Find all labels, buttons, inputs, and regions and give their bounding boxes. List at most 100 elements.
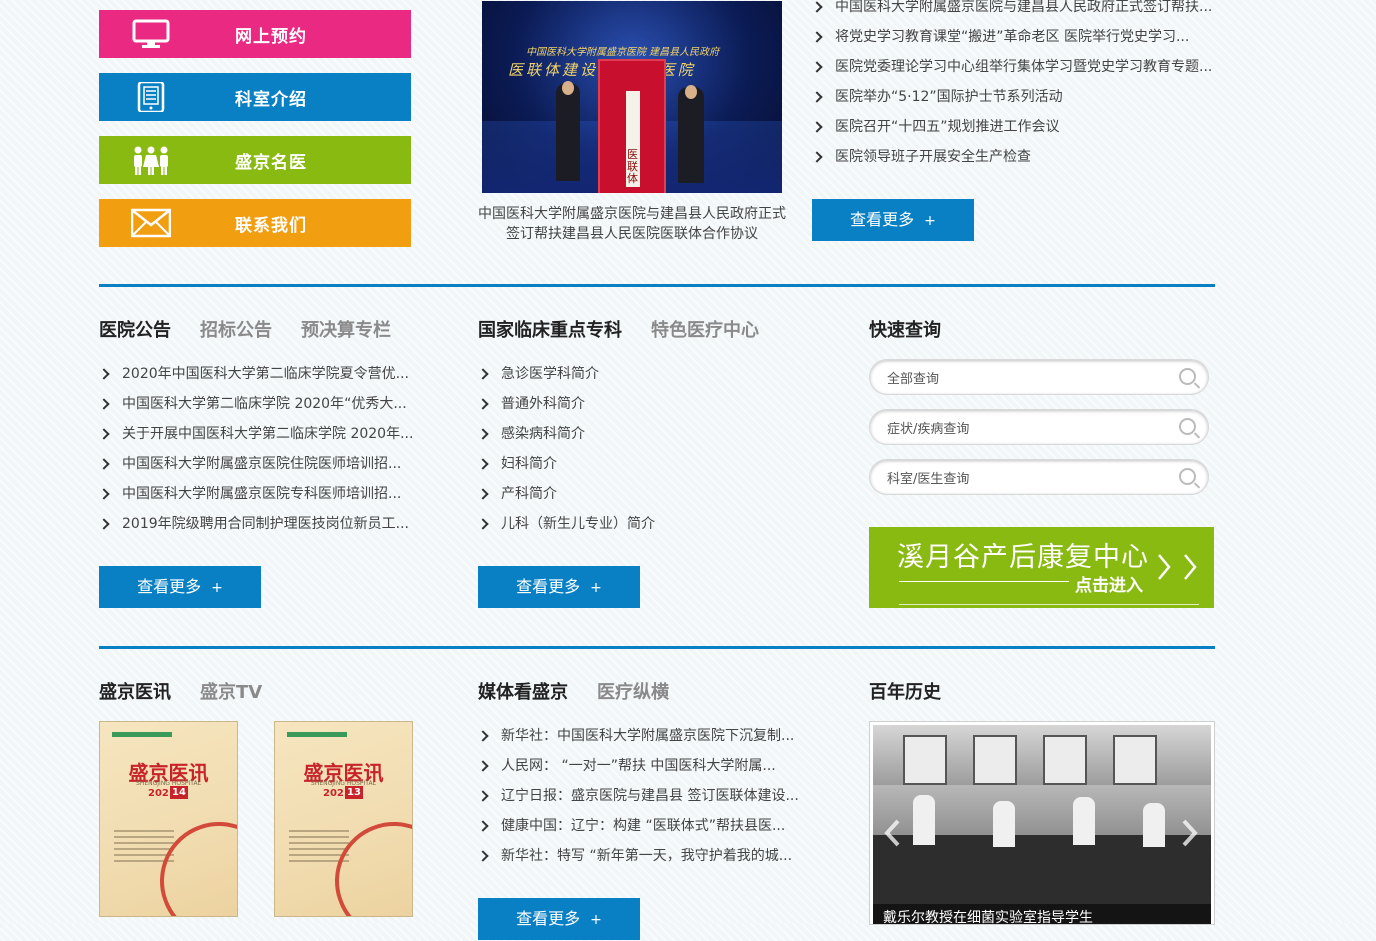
magazine-issue: 14: [170, 786, 188, 799]
list-item[interactable]: 中国医科大学附属盛京医院专科医师培训招...: [99, 479, 413, 509]
list-item[interactable]: 2020年中国医科大学第二临床学院夏令营优...: [99, 359, 413, 389]
chevron-right-icon: [99, 509, 111, 539]
list-item[interactable]: 2019年院级聘用合同制护理医技岗位新员工...: [99, 509, 413, 539]
banner-rule: [899, 581, 1069, 582]
monitor-icon: [132, 19, 170, 48]
specialty-title: 儿科（新生儿专业）简介: [501, 516, 655, 532]
chevron-right-icon: [478, 509, 490, 539]
top-news-more-button[interactable]: 查看更多 +: [812, 199, 974, 241]
chevron-right-icon: [812, 0, 824, 22]
list-item[interactable]: 医院召开“十四五”规划推进工作会议: [812, 112, 1212, 142]
announcement-title: 中国医科大学附属盛京医院专科医师培训招...: [122, 486, 402, 502]
tablet-icon: [137, 82, 165, 112]
tab-media-view[interactable]: 媒体看盛京: [478, 678, 568, 704]
banner-bottom-rule: [899, 604, 1199, 605]
magazine-logo: [112, 732, 172, 737]
quick-nav-contact[interactable]: 联系我们: [99, 199, 411, 247]
chevron-right-icon: [478, 781, 490, 811]
list-item[interactable]: 新华社：特写 “新年第一天，我守护着我的城...: [478, 841, 799, 871]
news-title: 医院党委理论学习中心组举行集体学习暨党史学习教育专题...: [835, 59, 1213, 75]
search-symptom-field[interactable]: 症状/疾病查询: [869, 409, 1209, 445]
tab-shengjing-tv[interactable]: 盛京TV: [200, 678, 262, 704]
announcements-more-button[interactable]: 查看更多 +: [99, 566, 261, 608]
media-more-button[interactable]: 查看更多 +: [478, 898, 640, 940]
chevron-right-icon: [478, 359, 490, 389]
doctors-icon: [134, 146, 168, 175]
quick-nav-departments[interactable]: 科室介绍: [99, 73, 411, 121]
chevron-right-icon: [812, 82, 824, 112]
quick-nav-appointment[interactable]: 网上预约: [99, 10, 411, 58]
search-placeholder: 全部查询: [887, 372, 940, 387]
list-item[interactable]: 医院党委理论学习中心组举行集体学习暨党史学习教育专题...: [812, 52, 1212, 82]
tab-featured-centers[interactable]: 特色医疗中心: [651, 316, 759, 342]
list-item[interactable]: 产科简介: [478, 479, 655, 509]
chevron-right-icon: [812, 22, 824, 52]
list-item[interactable]: 中国医科大学第二临床学院 2020年“优秀大...: [99, 389, 413, 419]
section-divider: [99, 284, 1215, 287]
list-item[interactable]: 关于开展中国医科大学第二临床学院 2020年...: [99, 419, 413, 449]
more-label: 查看更多: [516, 909, 581, 928]
magazine-cover[interactable]: 盛京医讯 SHENGJING HOSPITAL 2021 13: [274, 721, 413, 917]
slider-prev-icon[interactable]: [882, 818, 902, 848]
plus-icon: +: [924, 213, 936, 229]
more-label: 查看更多: [137, 577, 202, 596]
announcement-title: 中国医科大学附属盛京医院住院医师培训招...: [122, 456, 402, 472]
quick-nav-label: 网上预约: [235, 27, 307, 47]
list-item[interactable]: 新华社：中国医科大学附属盛京医院下沉复制...: [478, 721, 799, 751]
list-item[interactable]: 中国医科大学附属盛京医院住院医师培训招...: [99, 449, 413, 479]
history-caption-bar: 戴乐尔教授在细菌实验室指导学生: [873, 904, 1211, 925]
list-item[interactable]: 医院举办“5·12”国际护士节系列活动: [812, 82, 1212, 112]
quick-nav-label: 盛京名医: [235, 153, 307, 173]
news-title: 中国医科大学附属盛京医院与建昌县人民政府正式签订帮扶...: [835, 0, 1213, 15]
tab-shengjing-news[interactable]: 盛京医讯: [99, 678, 171, 704]
photo-banner-line1: 中国医科大学附属盛京医院 建昌县人民政府: [526, 47, 720, 58]
specialty-title: 产科简介: [501, 486, 557, 502]
list-item[interactable]: 人民网： “一对一”帮扶 中国医科大学附属...: [478, 751, 799, 781]
slider-next-icon[interactable]: [1180, 818, 1200, 848]
tab-hospital-announcements[interactable]: 医院公告: [99, 316, 171, 342]
news-title: 医院领导班子开展安全生产检查: [835, 149, 1031, 165]
list-item[interactable]: 辽宁日报：盛京医院与建昌县 签订医联体建设...: [478, 781, 799, 811]
history-caption: 戴乐尔教授在细菌实验室指导学生: [883, 910, 1093, 925]
specialty-title: 妇科简介: [501, 456, 557, 472]
specialty-title: 普通外科简介: [501, 396, 585, 412]
media-title: 辽宁日报：盛京医院与建昌县 签订医联体建设...: [501, 788, 799, 804]
history-title: 百年历史: [869, 682, 941, 703]
banner-subtitle: 点击进入: [1075, 576, 1143, 596]
more-label: 查看更多: [850, 210, 915, 229]
postpartum-center-banner[interactable]: 溪月谷产后康复中心 点击进入: [869, 527, 1214, 608]
featured-news-caption[interactable]: 中国医科大学附属盛京医院与建昌县人民政府正式签订帮扶建昌县人民医院医联体合作协议: [476, 204, 788, 244]
history-photo-slider[interactable]: 戴乐尔教授在细菌实验室指导学生: [869, 721, 1215, 925]
search-all-field[interactable]: 全部查询: [869, 359, 1209, 395]
magazine-logo: [287, 732, 347, 737]
list-item[interactable]: 医院领导班子开展安全生产检查: [812, 142, 1212, 172]
list-item[interactable]: 普通外科简介: [478, 389, 655, 419]
list-item[interactable]: 急诊医学科简介: [478, 359, 655, 389]
list-item[interactable]: 中国医科大学附属盛京医院与建昌县人民政府正式签订帮扶...: [812, 0, 1212, 22]
tab-key-specialties[interactable]: 国家临床重点专科: [478, 316, 622, 342]
magazine-cover[interactable]: 盛京医讯 SHENGJING HOSPITAL 2021 14: [99, 721, 238, 917]
search-icon[interactable]: [1179, 418, 1196, 435]
chevron-right-icon: [812, 142, 824, 172]
banner-title: 溪月谷产后康复中心: [897, 542, 1149, 573]
search-icon[interactable]: [1179, 368, 1196, 385]
media-list: 新华社：中国医科大学附属盛京医院下沉复制... 人民网： “一对一”帮扶 中国医…: [478, 721, 799, 871]
media-title: 新华社：特写 “新年第一天，我守护着我的城...: [501, 848, 793, 864]
specialties-more-button[interactable]: 查看更多 +: [478, 566, 640, 608]
list-item[interactable]: 感染病科简介: [478, 419, 655, 449]
tab-budget-column[interactable]: 预决算专栏: [301, 316, 391, 342]
list-item[interactable]: 将党史学习教育课堂“搬进”革命老区 医院举行党史学习...: [812, 22, 1212, 52]
featured-news-photo[interactable]: 中国医科大学附属盛京医院 建昌县人民政府 医联体建设 县人民医院 医联体: [482, 1, 782, 193]
list-item[interactable]: 妇科简介: [478, 449, 655, 479]
quick-nav-doctors[interactable]: 盛京名医: [99, 136, 411, 184]
search-icon[interactable]: [1179, 468, 1196, 485]
list-item[interactable]: 儿科（新生儿专业）简介: [478, 509, 655, 539]
tab-medical-overview[interactable]: 医疗纵横: [597, 678, 669, 704]
magazine-subtitle: SHENGJING HOSPITAL: [136, 780, 201, 787]
magazine-subtitle: SHENGJING HOSPITAL: [311, 780, 376, 787]
tab-tender-announcements[interactable]: 招标公告: [200, 316, 272, 342]
list-item[interactable]: 健康中国：辽宁：构建 “医联体式”帮扶县医...: [478, 811, 799, 841]
search-department-field[interactable]: 科室/医生查询: [869, 459, 1209, 495]
chevron-right-icon: [478, 389, 490, 419]
top-news-list: 中国医科大学附属盛京医院与建昌县人民政府正式签订帮扶... 将党史学习教育课堂“…: [812, 0, 1212, 172]
